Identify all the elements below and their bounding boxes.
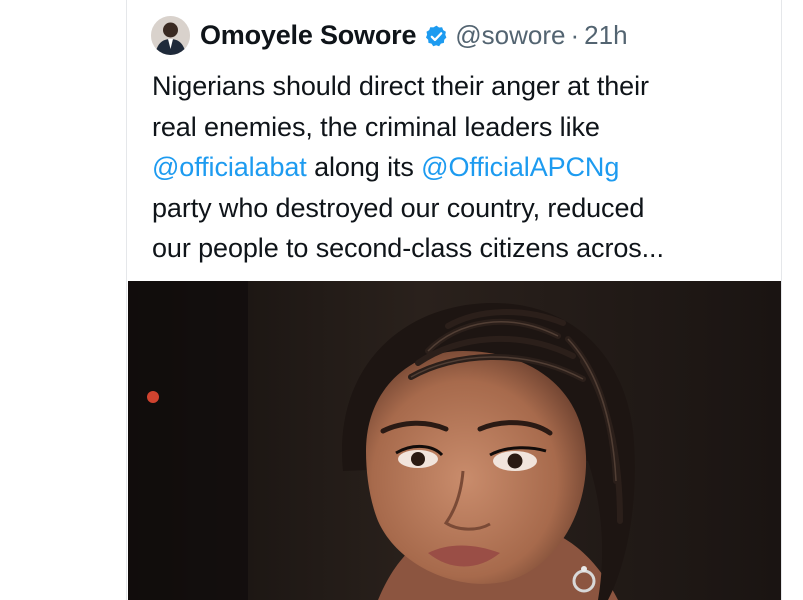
mention-link[interactable]: @OfficialAPCNg (421, 152, 619, 182)
text-segment: real enemies, the criminal leaders like (152, 111, 600, 142)
header-separator: · (570, 19, 580, 50)
tweet-text-line: party who destroyed our country, reduced (152, 188, 772, 229)
text-segment: Nigerians should direct their anger at t… (152, 71, 649, 101)
photo-woman-cornrows-icon (128, 281, 781, 600)
mention-link[interactable]: @officialabat (152, 152, 307, 182)
tweet-text-line: real enemies, the criminal leaders like (152, 107, 772, 148)
tweet-text-line: Nigerians should direct their anger at t… (152, 66, 772, 107)
text-segment: along its (306, 152, 422, 182)
tweet-media-photo[interactable] (128, 281, 781, 600)
tweet-header: Omoyele Sowore @sowore · 21h (151, 14, 628, 56)
tweet-text-line: our people to second-class citizens acro… (152, 228, 772, 269)
verified-badge-icon (424, 24, 449, 49)
avatar-icon[interactable] (151, 15, 190, 55)
tweet-text-line: @officialabat along its @OfficialAPCNg (152, 147, 772, 188)
text-segment: party who destroyed our country, reduced (152, 192, 645, 223)
author-name[interactable]: Omoyele Sowore (200, 20, 416, 51)
tweet-timestamp[interactable]: 21h (584, 20, 627, 51)
text-segment: our people to second-class citizens acro… (152, 233, 664, 263)
tweet-text: Nigerians should direct their anger at t… (152, 66, 772, 269)
author-handle[interactable]: @sowore (455, 20, 565, 51)
